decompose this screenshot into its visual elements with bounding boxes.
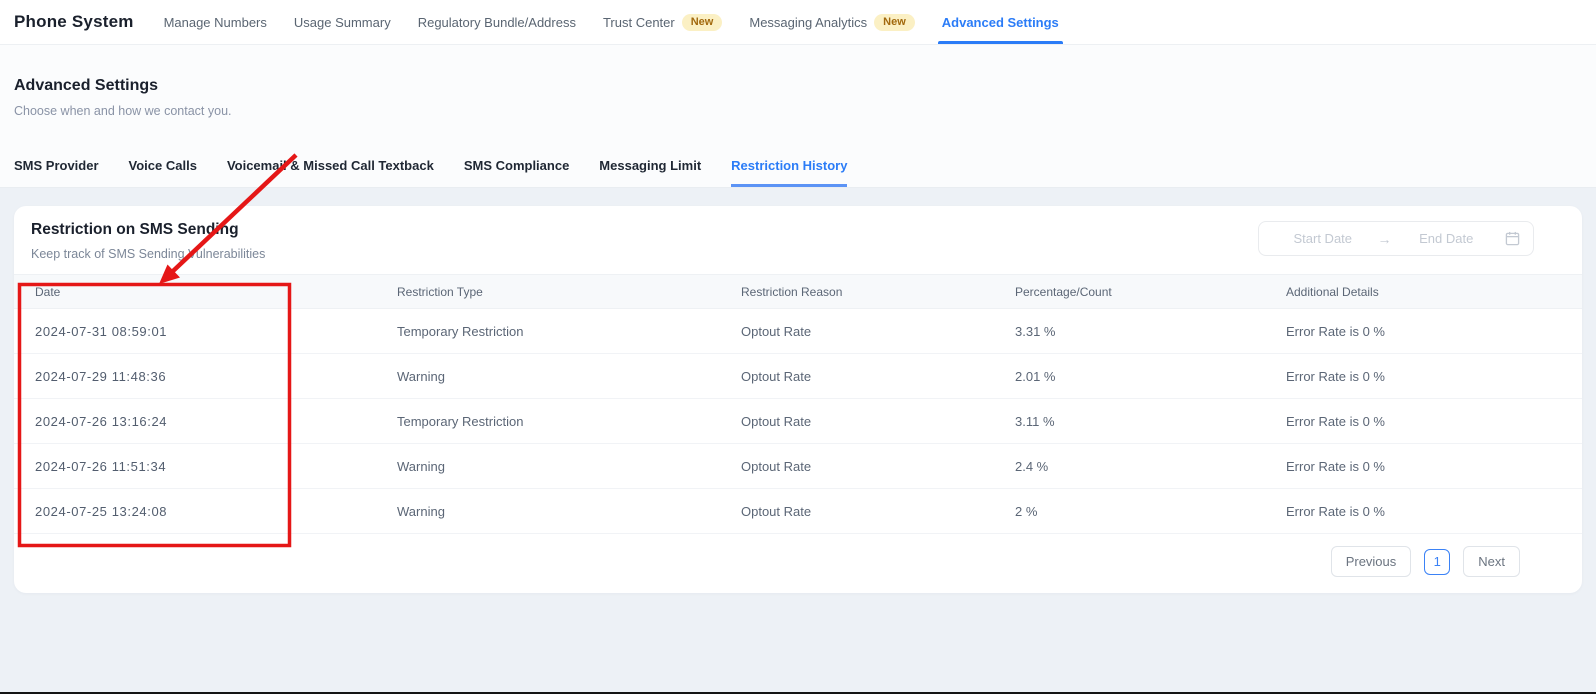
table-body: 2024-07-31 08:59:01 Temporary Restrictio… [14,309,1582,534]
nav-item-manage-numbers[interactable]: Manage Numbers [164,0,267,44]
column-header-restriction-type: Restriction Type [376,285,720,299]
nav-item-trust-center[interactable]: Trust Center New [603,0,722,44]
nav-item-label: Trust Center [603,15,675,30]
cell-restriction-type: Warning [376,459,720,474]
cell-date: 2024-07-26 13:16:24 [14,414,376,429]
cell-percentage-count: 3.31 % [994,324,1265,339]
cell-restriction-type: Warning [376,504,720,519]
card-title: Restriction on SMS Sending [31,221,265,239]
nav-item-advanced-settings[interactable]: Advanced Settings [942,0,1059,44]
previous-page-button[interactable]: Previous [1331,546,1412,577]
table-row: 2024-07-31 08:59:01 Temporary Restrictio… [14,309,1582,354]
page-title: Advanced Settings [14,77,1596,95]
pagination: Previous 1 Next [14,534,1582,579]
cell-additional-details: Error Rate is 0 % [1265,324,1582,339]
cell-restriction-reason: Optout Rate [720,414,994,429]
date-range-picker[interactable]: Start Date → End Date [1258,221,1534,256]
table-row: 2024-07-25 13:24:08 Warning Optout Rate … [14,489,1582,534]
nav-item-usage-summary[interactable]: Usage Summary [294,0,391,44]
table-header-row: Date Restriction Type Restriction Reason… [14,274,1582,309]
cell-additional-details: Error Rate is 0 % [1265,459,1582,474]
cell-date: 2024-07-29 11:48:36 [14,369,376,384]
cell-restriction-type: Temporary Restriction [376,324,720,339]
next-page-button[interactable]: Next [1463,546,1520,577]
tab-sms-compliance[interactable]: SMS Compliance [464,158,569,187]
cell-percentage-count: 2 % [994,504,1265,519]
restriction-history-table: Date Restriction Type Restriction Reason… [14,274,1582,534]
cell-restriction-reason: Optout Rate [720,459,994,474]
nav-item-messaging-analytics[interactable]: Messaging Analytics New [749,0,914,44]
tab-messaging-limit[interactable]: Messaging Limit [599,158,701,187]
cell-percentage-count: 3.11 % [994,414,1265,429]
cell-date: 2024-07-26 11:51:34 [14,459,376,474]
column-header-date: Date [14,285,376,299]
column-header-restriction-reason: Restriction Reason [720,285,994,299]
tab-sms-provider[interactable]: SMS Provider [14,158,99,187]
nav-item-label: Advanced Settings [942,15,1059,30]
start-date-input[interactable]: Start Date [1272,231,1374,246]
tab-voice-calls[interactable]: Voice Calls [129,158,197,187]
cell-restriction-type: Warning [376,369,720,384]
cell-additional-details: Error Rate is 0 % [1265,369,1582,384]
new-badge: New [682,14,723,31]
cell-restriction-type: Temporary Restriction [376,414,720,429]
nav-item-label: Manage Numbers [164,15,267,30]
tab-voicemail-missed-call-textback[interactable]: Voicemail & Missed Call Textback [227,158,434,187]
content-area: Restriction on SMS Sending Keep track of… [0,188,1596,593]
nav-item-label: Messaging Analytics [749,15,867,30]
settings-tab-bar: SMS Provider Voice Calls Voicemail & Mis… [14,158,1596,187]
top-navigation: Phone System Manage Numbers Usage Summar… [0,0,1596,45]
cell-restriction-reason: Optout Rate [720,369,994,384]
card-subtitle: Keep track of SMS Sending Vulnerabilitie… [31,247,265,261]
calendar-icon[interactable] [1505,231,1520,246]
cell-restriction-reason: Optout Rate [720,324,994,339]
cell-date: 2024-07-31 08:59:01 [14,324,376,339]
restriction-history-card: Restriction on SMS Sending Keep track of… [14,206,1582,593]
card-title-block: Restriction on SMS Sending Keep track of… [31,221,265,261]
cell-additional-details: Error Rate is 0 % [1265,504,1582,519]
arrow-right-icon: → [1374,231,1396,247]
nav-item-label: Usage Summary [294,15,391,30]
app-title: Phone System [14,12,134,32]
cell-restriction-reason: Optout Rate [720,504,994,519]
nav-item-label: Regulatory Bundle/Address [418,15,576,30]
table-row: 2024-07-29 11:48:36 Warning Optout Rate … [14,354,1582,399]
table-row: 2024-07-26 13:16:24 Temporary Restrictio… [14,399,1582,444]
page-subtitle: Choose when and how we contact you. [14,104,1596,118]
cell-percentage-count: 2.01 % [994,369,1265,384]
column-header-percentage-count: Percentage/Count [994,285,1265,299]
cell-date: 2024-07-25 13:24:08 [14,504,376,519]
card-header: Restriction on SMS Sending Keep track of… [14,206,1582,274]
column-header-additional-details: Additional Details [1265,285,1582,299]
nav-item-regulatory-bundle-address[interactable]: Regulatory Bundle/Address [418,0,576,44]
page-number-button[interactable]: 1 [1424,549,1450,575]
new-badge: New [874,14,915,31]
tab-restriction-history[interactable]: Restriction History [731,158,847,187]
end-date-input[interactable]: End Date [1396,231,1498,246]
table-row: 2024-07-26 11:51:34 Warning Optout Rate … [14,444,1582,489]
page-header: Advanced Settings Choose when and how we… [0,45,1596,188]
cell-additional-details: Error Rate is 0 % [1265,414,1582,429]
cell-percentage-count: 2.4 % [994,459,1265,474]
